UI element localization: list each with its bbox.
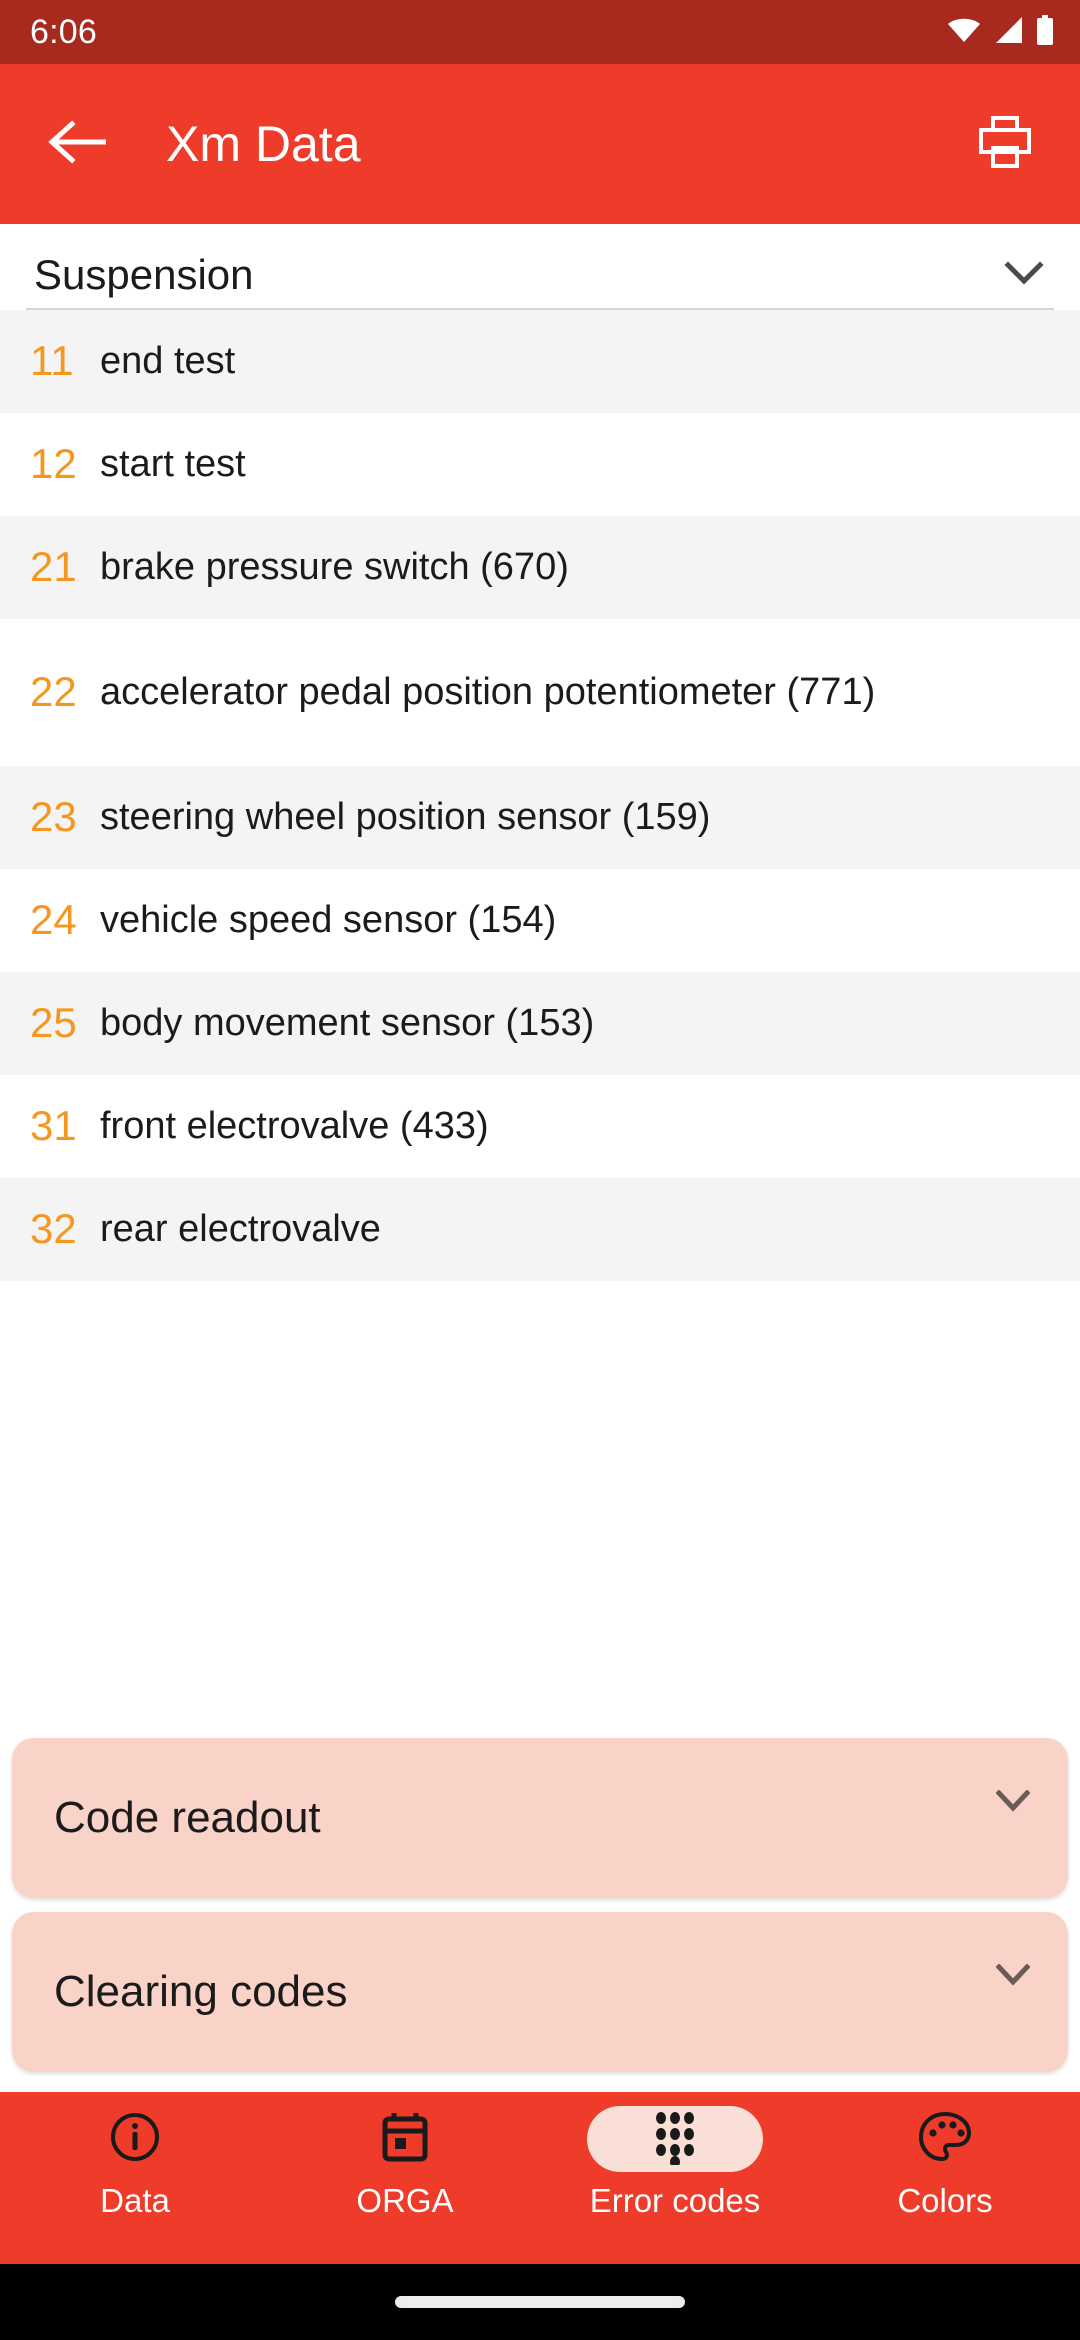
module-selector-label: Suspension [34, 251, 254, 298]
dialpad-grid-icon [649, 2109, 701, 2170]
row-label: start test [100, 443, 246, 486]
arrow-left-icon [48, 118, 110, 171]
nav-icon-wrap [587, 2106, 763, 2172]
home-indicator[interactable] [395, 2296, 685, 2308]
row-number: 21 [30, 543, 77, 591]
status-time: 6:06 [30, 13, 97, 51]
row-number: 24 [30, 896, 77, 944]
row-number: 23 [30, 793, 77, 841]
row-label: brake pressure switch (670) [100, 546, 569, 589]
nav-icon-wrap [317, 2106, 493, 2172]
card-label: Clearing codes [54, 1967, 348, 2016]
row-number: 12 [30, 440, 77, 488]
row-number: 25 [30, 999, 77, 1047]
back-button[interactable] [44, 109, 114, 179]
row-label: front electrovalve (433) [100, 1105, 489, 1148]
table-row[interactable]: 24 vehicle speed sensor (154) [0, 869, 1080, 972]
info-circle-icon [109, 2111, 161, 2168]
table-row[interactable]: 22 accelerator pedal position potentiomet… [0, 619, 1080, 766]
row-label: accelerator pedal position potentiometer… [100, 671, 876, 714]
app-screen: 6:06 Xm Data Suspension 11 end test 12 s… [0, 0, 1080, 2340]
row-label: steering wheel position sensor (159) [100, 796, 711, 839]
row-number: 11 [30, 337, 74, 385]
nav-item-data[interactable]: Data [0, 2106, 270, 2217]
page-title: Xm Data [166, 116, 361, 172]
table-row[interactable]: 11 end test [0, 310, 1080, 413]
print-button[interactable] [970, 109, 1040, 179]
table-row[interactable]: 31 front electrovalve (433) [0, 1075, 1080, 1178]
nav-item-error-codes[interactable]: Error codes [540, 2106, 810, 2217]
row-label: vehicle speed sensor (154) [100, 899, 557, 942]
table-row[interactable]: 21 brake pressure switch (670) [0, 516, 1080, 619]
nav-icon-wrap [857, 2106, 1033, 2172]
system-gesture-bar [0, 2264, 1080, 2340]
nav-item-colors[interactable]: Colors [810, 2106, 1080, 2217]
row-number: 32 [30, 1205, 77, 1253]
card-label: Code readout [54, 1793, 321, 1842]
bottom-navigation: Data ORGA Error codes Colors [0, 2092, 1080, 2264]
chevron-down-icon [995, 1789, 1031, 1817]
wifi-icon [946, 16, 982, 49]
printer-icon [978, 115, 1032, 173]
nav-label: Error codes [589, 2182, 761, 2219]
nav-icon-wrap [47, 2106, 223, 2172]
card-clearing-codes[interactable]: Clearing codes [12, 1912, 1068, 2072]
table-row[interactable]: 25 body movement sensor (153) [0, 972, 1080, 1075]
row-label: end test [100, 340, 236, 383]
row-label: rear electrovalve [100, 1208, 381, 1251]
nav-label: ORGA [356, 2182, 454, 2219]
module-selector[interactable]: Suspension [26, 254, 1054, 310]
battery-icon [1036, 14, 1054, 50]
table-row[interactable]: 32 rear electrovalve [0, 1178, 1080, 1281]
module-selector-area: Suspension [0, 224, 1080, 310]
row-number: 22 [30, 668, 77, 716]
chevron-down-icon [1004, 260, 1044, 290]
table-row[interactable]: 12 start test [0, 413, 1080, 516]
row-number: 31 [30, 1102, 77, 1150]
table-row[interactable]: 23 steering wheel position sensor (159) [0, 766, 1080, 869]
card-code-readout[interactable]: Code readout [12, 1738, 1068, 1898]
chevron-down-icon [995, 1963, 1031, 1991]
row-label: body movement sensor (153) [100, 1002, 595, 1045]
nav-item-orga[interactable]: ORGA [270, 2106, 540, 2217]
nav-label: Data [100, 2182, 170, 2219]
status-bar: 6:06 [0, 0, 1080, 64]
cellular-signal-icon [994, 16, 1024, 49]
calendar-icon [380, 2111, 430, 2168]
palette-icon [918, 2111, 972, 2168]
status-icon-group [946, 14, 1054, 50]
nav-label: Colors [897, 2182, 993, 2219]
app-bar: Xm Data [0, 64, 1080, 224]
parameter-list[interactable]: 11 end test 12 start test 21 brake pressure s… [0, 310, 1080, 2092]
collapsible-cards: Code readout Clearing codes [0, 1738, 1080, 2092]
